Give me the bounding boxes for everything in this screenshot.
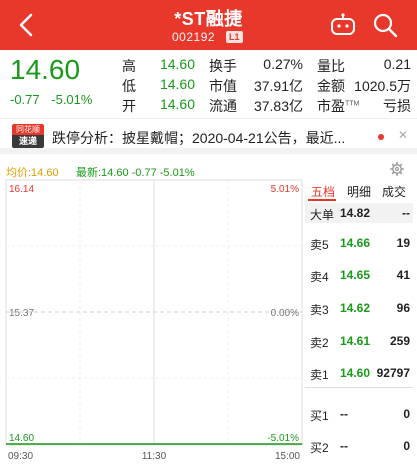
x-tick: 11:30 (142, 451, 167, 462)
low-value: 14.60 (159, 76, 195, 92)
amount-value: 1020.5万 (354, 78, 411, 94)
tab-five-levels[interactable]: 五档 (311, 183, 335, 200)
change-amount: -0.77 (10, 92, 40, 107)
stock-code: 002192 (172, 30, 216, 44)
chart-info-bar: 均价:14.60 最新:14.60 -0.77 -5.01% (0, 160, 300, 180)
volume-ratio-label: 量比 (317, 58, 345, 74)
big-order-row: 大单 14.82 -- (310, 206, 410, 222)
bid-row: 买2 -- 0 (310, 439, 410, 455)
change-percent: -5.01% (51, 92, 93, 107)
intraday-chart[interactable]: 16.14 15.37 14.60 5.01% 0.00% -5.01% 09:… (0, 178, 305, 469)
y-right-tick: 0.00% (271, 308, 299, 319)
market-cap-value: 37.91亿 (253, 78, 303, 94)
current-price: 14.60 (10, 54, 81, 85)
y-left-tick: 14.60 (9, 433, 34, 444)
bid-row: 买1 -- 0 (310, 407, 410, 423)
y-right-tick: 5.01% (271, 184, 299, 195)
ask-row: 卖3 14.62 96 (310, 301, 410, 317)
ask-row: 卖1 14.60 92797 (310, 366, 410, 382)
float-cap-value: 37.83亿 (253, 98, 303, 114)
y-right-tick: -5.01% (267, 433, 299, 444)
ask-row: 卖5 14.66 19 (310, 236, 410, 252)
price-change: -0.77 -5.01% (10, 92, 100, 107)
close-icon[interactable]: ✕ (398, 128, 408, 142)
open-label: 开 (122, 98, 136, 114)
top-header: *ST融捷 002192 L1 (0, 0, 417, 50)
high-label: 高 (122, 58, 136, 74)
turnover-label: 换手 (209, 58, 237, 74)
open-value: 14.60 (159, 96, 195, 112)
amount-label: 金额 (317, 78, 345, 94)
robot-assistant-icon[interactable] (330, 13, 356, 37)
quote-panel: 14.60 -0.77 -5.01% 高 14.60 低 14.60 开 14.… (0, 50, 417, 118)
ask-row: 卖2 14.61 259 (310, 334, 410, 350)
high-value: 14.60 (159, 56, 195, 72)
gear-icon[interactable] (390, 162, 404, 176)
news-headline[interactable]: 跌停分析：披星戴帽；2020-04-21公告，最近... (52, 128, 345, 148)
ask-bid-divider (305, 387, 413, 388)
y-left-tick: 16.14 (9, 184, 34, 195)
low-label: 低 (122, 78, 136, 94)
x-tick: 09:30 (8, 451, 33, 462)
ask-row: 卖4 14.65 41 (310, 268, 410, 284)
tab-trades[interactable]: 成交 (382, 183, 406, 200)
unread-dot-icon (378, 134, 384, 140)
news-strip[interactable]: 同花顺 速递 跌停分析：披星戴帽；2020-04-21公告，最近... ✕ (0, 118, 417, 154)
search-icon[interactable] (372, 12, 398, 38)
active-tab-indicator (308, 199, 336, 201)
float-cap-label: 流通 (209, 98, 237, 114)
volume-ratio-value: 0.21 (383, 56, 411, 72)
y-left-tick: 15.37 (9, 308, 34, 319)
tab-detail[interactable]: 明细 (347, 183, 371, 200)
market-cap-label: 市值 (209, 78, 237, 94)
news-source-logo: 同花顺 速递 (12, 124, 44, 148)
x-tick: 15:00 (275, 451, 300, 462)
pe-value: 亏损 (383, 98, 411, 114)
turnover-value: 0.27% (263, 56, 303, 72)
level-badge: L1 (226, 31, 243, 43)
